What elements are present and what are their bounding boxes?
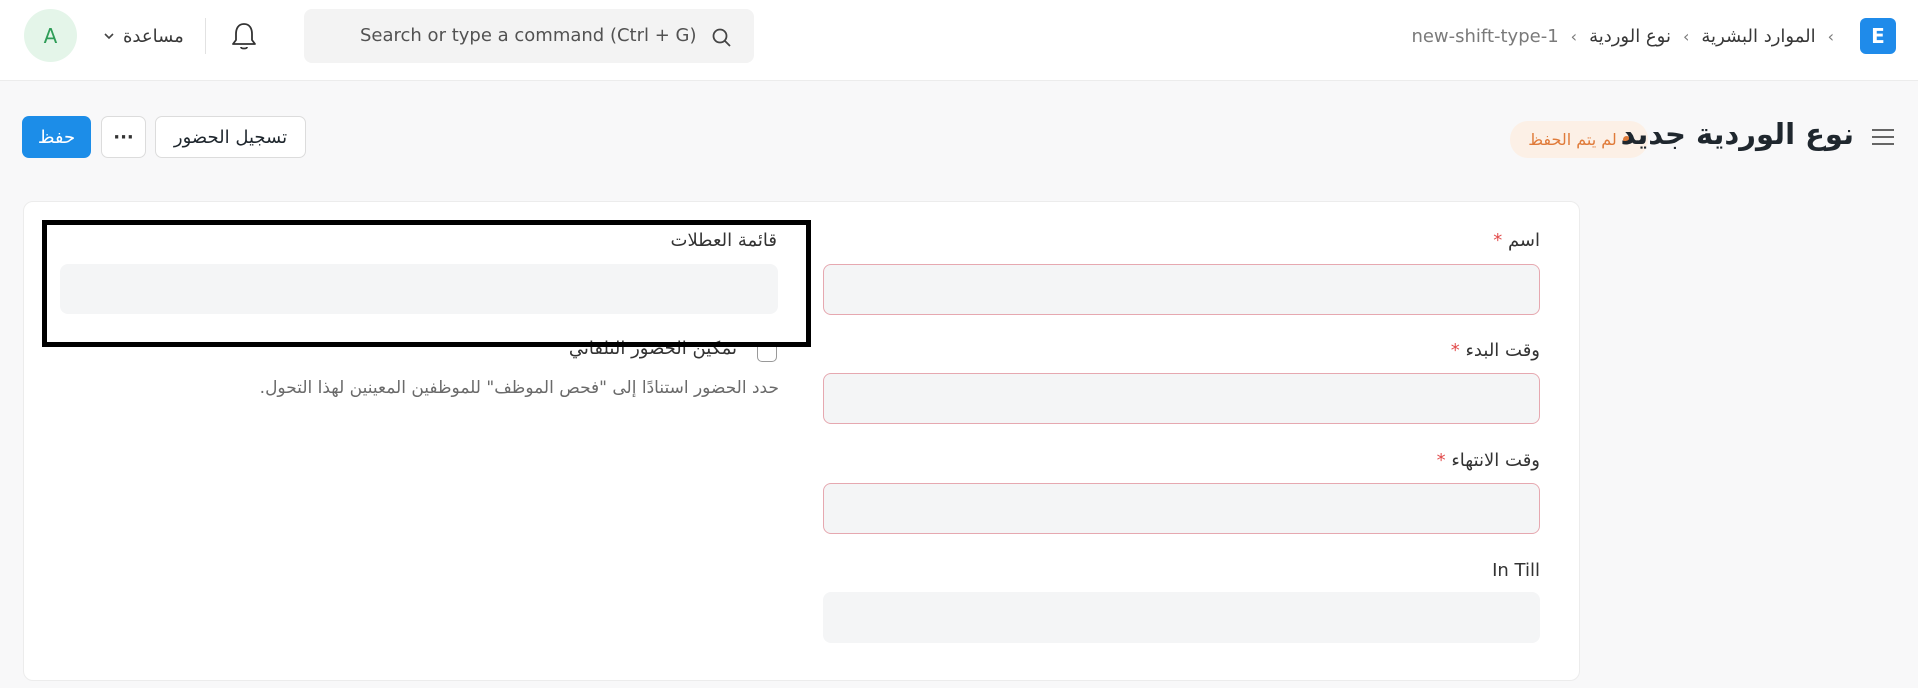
save-button[interactable]: حفظ xyxy=(22,116,91,158)
in-till-label: In Till xyxy=(1492,560,1540,581)
breadcrumb-separator: › xyxy=(1683,26,1690,46)
holiday-list-input[interactable] xyxy=(60,264,778,314)
breadcrumb-current: new-shift-type-1 xyxy=(1411,25,1559,47)
in-till-input[interactable] xyxy=(823,592,1540,643)
auto-attendance-label[interactable]: تمكين الحضور التلقائي xyxy=(569,338,737,359)
breadcrumb-separator: › xyxy=(1570,26,1578,46)
breadcrumb-separator: › xyxy=(1827,26,1834,46)
required-mark: * xyxy=(1436,450,1446,471)
breadcrumb: E › الموارد البشرية › نوع الوردية › new-… xyxy=(1411,13,1896,59)
search-bar[interactable]: Search or type a command (Ctrl + G) xyxy=(304,9,754,63)
attendance-button[interactable]: تسجيل الحضور xyxy=(155,116,306,158)
search-input[interactable]: Search or type a command (Ctrl + G) xyxy=(360,25,697,46)
bell-icon[interactable] xyxy=(229,20,259,52)
page-title: نوع الوردية جديد xyxy=(1620,117,1854,151)
holiday-list-label: قائمة العطلات xyxy=(670,230,778,251)
name-field-label: اسم * xyxy=(1493,230,1540,251)
search-icon xyxy=(712,28,731,47)
required-mark: * xyxy=(1493,230,1503,251)
breadcrumb-shift-type[interactable]: نوع الوردية xyxy=(1589,26,1671,47)
top-navbar: A مساعدة Search or type a command (Ctrl … xyxy=(0,0,1918,81)
chevron-down-icon xyxy=(104,33,114,40)
help-label: مساعدة xyxy=(123,25,184,47)
start-time-label: وقت البدء * xyxy=(1450,340,1540,361)
end-time-input[interactable] xyxy=(823,483,1540,534)
user-avatar[interactable]: A xyxy=(24,9,77,62)
more-actions-button[interactable]: ··· xyxy=(101,116,146,158)
breadcrumb-hr[interactable]: الموارد البشرية xyxy=(1701,26,1815,47)
auto-attendance-checkbox[interactable] xyxy=(757,342,777,362)
help-dropdown[interactable]: مساعدة xyxy=(103,22,184,50)
app-logo-icon[interactable]: E xyxy=(1860,18,1896,54)
name-input[interactable] xyxy=(823,264,1540,315)
sidebar-toggle-icon[interactable] xyxy=(1869,123,1897,151)
navbar-divider xyxy=(205,18,206,54)
start-time-input[interactable] xyxy=(823,373,1540,424)
end-time-label: وقت الانتهاء * xyxy=(1436,450,1540,471)
required-mark: * xyxy=(1450,340,1460,361)
status-label: لم يتم الحفظ xyxy=(1528,130,1617,149)
auto-attendance-description: حدد الحضور استنادًا إلى "فحص الموظف" للم… xyxy=(259,378,779,398)
